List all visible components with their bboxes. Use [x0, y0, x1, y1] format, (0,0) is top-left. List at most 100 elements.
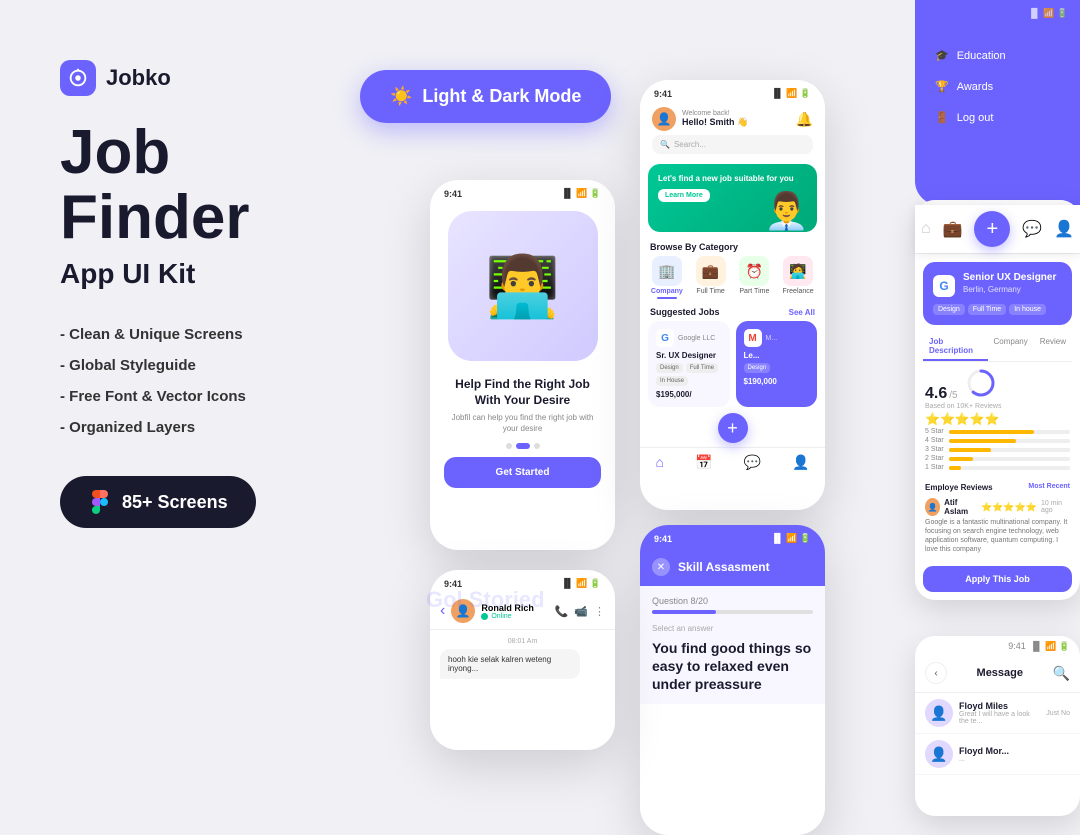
- sidebar-panel: ▐▌ 📶 🔋 🎓 Education 🏆 Awards 🚪 Log out: [915, 0, 1080, 205]
- chat-nav-icon[interactable]: 💬: [744, 454, 761, 471]
- job-card-1[interactable]: G Google LLC Sr. UX Designer Design Full…: [648, 321, 730, 407]
- stars-row: ⭐⭐⭐⭐⭐: [925, 412, 1070, 426]
- sidebar-bottom-bar: ⌂ 💼 + 💬 👤: [915, 205, 1080, 253]
- message-back-button[interactable]: ‹: [925, 662, 947, 684]
- active-indicator: [657, 297, 677, 299]
- see-all-link[interactable]: See All: [789, 308, 815, 317]
- phone-skill: 9:41 ▐▌ 📶 🔋 ✕ Skill Assasment Question 8…: [640, 525, 825, 835]
- home-header: 👤 Welcome back! Hello! Smith 👋 🔔 🔍 Searc…: [640, 103, 825, 160]
- sidebar-menu: 🎓 Education 🏆 Awards 🚪 Log out: [915, 21, 1080, 154]
- job-card-top-2: M M...: [744, 329, 810, 347]
- chat-bubble: hooh kie selak kalren weteng inyong...: [440, 649, 580, 679]
- onboard-title: Help Find the Right Job With Your Desire: [430, 369, 615, 412]
- skill-body: Question 8/20 Select an answer You find …: [640, 586, 825, 704]
- status-bar-skill: 9:41 ▐▌ 📶 🔋: [640, 525, 825, 548]
- bell-icon[interactable]: 🔔: [796, 111, 813, 128]
- job-cards-row: G Google LLC Sr. UX Designer Design Full…: [640, 321, 825, 407]
- job-banner: Let's find a new job suitable for you Le…: [648, 164, 817, 232]
- search-message-icon[interactable]: 🔍: [1053, 665, 1070, 682]
- dot: [534, 443, 540, 449]
- call-icon[interactable]: 📞: [555, 605, 569, 618]
- education-icon: 🎓: [935, 49, 949, 62]
- category-row: 🏢 Company 💼 Full Time ⏰ Part Time 🧑‍💻 Fr…: [640, 256, 825, 305]
- awards-icon: 🏆: [935, 80, 949, 93]
- status-bar-sidebar: ▐▌ 📶 🔋: [915, 0, 1080, 21]
- job-details-tags: Design Full Time In house: [933, 304, 1062, 315]
- dot-active: [516, 443, 530, 449]
- job-card-2[interactable]: M M... Le... Design $190,000: [736, 321, 818, 407]
- chat-sidebar-icon[interactable]: 💬: [1022, 219, 1042, 239]
- category-freelance[interactable]: 🧑‍💻 Freelance: [779, 256, 817, 299]
- msg-content-2: Floyd Mor... ...: [959, 746, 1009, 763]
- msg-content-1: Floyd Miles Great I will have a look the…: [959, 701, 1040, 725]
- onboard-desc: Jobfil can help you find the right job w…: [430, 412, 615, 442]
- msg-avatar-1: 👤: [925, 699, 953, 727]
- tab-review[interactable]: Review: [1034, 333, 1072, 361]
- phone-message: 9:41 ▐▌ 📶 🔋 ‹ Message 🔍 👤 Floyd Miles Gr…: [915, 636, 1080, 816]
- reviewer-avatar: 👤: [925, 498, 940, 516]
- details-tab-row: Job Description Company Review: [923, 333, 1072, 362]
- dot: [506, 443, 512, 449]
- fab-button[interactable]: +: [718, 413, 748, 443]
- google-logo: G: [656, 329, 674, 347]
- message-header: ‹ Message 🔍: [915, 654, 1080, 693]
- job-details-card: G Senior UX Designer Berlin, Germany Des…: [923, 262, 1072, 325]
- reviewer-row: 👤 Atif Aslam ⭐⭐⭐⭐⭐ 10 min ago: [925, 498, 1070, 516]
- rating-section: 4.6 /5 Based on 10K+ Reviews ⭐⭐⭐⭐⭐ 5 Sta…: [915, 362, 1080, 479]
- freelance-icon-box: 🧑‍💻: [783, 256, 813, 286]
- profile-nav-icon[interactable]: 👤: [792, 454, 809, 471]
- home-sidebar-icon[interactable]: ⌂: [921, 220, 931, 238]
- illustration-area: 👨‍💻: [448, 211, 598, 361]
- sidebar-item-logout[interactable]: 🚪 Log out: [925, 103, 1070, 132]
- suggested-header: Suggested Jobs See All: [640, 305, 825, 321]
- tab-job-description[interactable]: Job Description: [923, 333, 988, 361]
- search-bar[interactable]: 🔍 Search...: [652, 135, 813, 154]
- review-item: 👤 Atif Aslam ⭐⭐⭐⭐⭐ 10 min ago Google is …: [915, 494, 1080, 558]
- sidebar-item-education[interactable]: 🎓 Education: [925, 41, 1070, 70]
- status-bar-home: 9:41 ▐▌ 📶 🔋: [640, 80, 825, 103]
- online-indicator: [481, 613, 488, 620]
- more-icon[interactable]: ⋮: [594, 605, 605, 618]
- progress-bar: [652, 610, 813, 614]
- close-button[interactable]: ✕: [652, 558, 670, 576]
- tab-company[interactable]: Company: [988, 333, 1034, 361]
- category-company[interactable]: 🏢 Company: [648, 256, 686, 299]
- job-company-row: G Senior UX Designer Berlin, Germany: [933, 272, 1062, 300]
- logout-icon: 🚪: [935, 111, 949, 124]
- sidebar-item-awards[interactable]: 🏆 Awards: [925, 72, 1070, 101]
- status-bar-message: 9:41 ▐▌ 📶 🔋: [915, 636, 1080, 654]
- rating-gauge: [966, 368, 996, 398]
- watermark: Gol Storied: [426, 587, 545, 613]
- chat-body: 08:01 Am hooh kie selak kalren weteng in…: [430, 630, 615, 687]
- briefcase-sidebar-icon[interactable]: 💼: [943, 219, 963, 239]
- person-sidebar-icon[interactable]: 👤: [1054, 219, 1074, 239]
- chat-actions: 📞 📹 ⋮: [555, 605, 605, 618]
- get-started-button[interactable]: Get Started: [444, 457, 601, 488]
- company-icon-box: 🏢: [652, 256, 682, 286]
- welcome-text: Welcome back! Hello! Smith 👋: [682, 110, 748, 128]
- category-parttime[interactable]: ⏰ Part Time: [736, 256, 774, 299]
- progress-fill: [652, 610, 716, 614]
- message-item-1[interactable]: 👤 Floyd Miles Great I will have a look t…: [915, 693, 1080, 734]
- calendar-nav-icon[interactable]: 📅: [695, 454, 712, 471]
- category-fulltime[interactable]: 💼 Full Time: [692, 256, 730, 299]
- learn-more-button[interactable]: Learn More: [658, 189, 710, 202]
- reviewer-stars: ⭐⭐⭐⭐⭐: [981, 502, 1037, 513]
- bottom-nav: ⌂ 📅 💬 👤: [640, 447, 825, 475]
- browse-category-title: Browse By Category: [640, 236, 825, 256]
- job-card-top: G Google LLC: [656, 329, 722, 347]
- apply-job-button[interactable]: Apply This Job: [923, 566, 1072, 592]
- message-item-2[interactable]: 👤 Floyd Mor... ...: [915, 734, 1080, 775]
- skill-header: ✕ Skill Assasment: [640, 548, 825, 586]
- plus-fab[interactable]: +: [974, 211, 1010, 247]
- logo-text: Jobko: [106, 65, 171, 91]
- msg-avatar-2: 👤: [925, 740, 953, 768]
- screens-badge: 85+ Screens: [60, 476, 256, 528]
- search-icon: 🔍: [660, 140, 670, 149]
- home-nav-icon[interactable]: ⌂: [656, 454, 664, 471]
- rating-display: 4.6 /5: [925, 368, 1070, 403]
- welcome-left: 👤 Welcome back! Hello! Smith 👋: [652, 107, 748, 131]
- video-icon[interactable]: 📹: [574, 605, 588, 618]
- pagination-dots: [430, 443, 615, 449]
- phone-home: 9:41 ▐▌ 📶 🔋 👤 Welcome back! Hello! Smith…: [640, 80, 825, 510]
